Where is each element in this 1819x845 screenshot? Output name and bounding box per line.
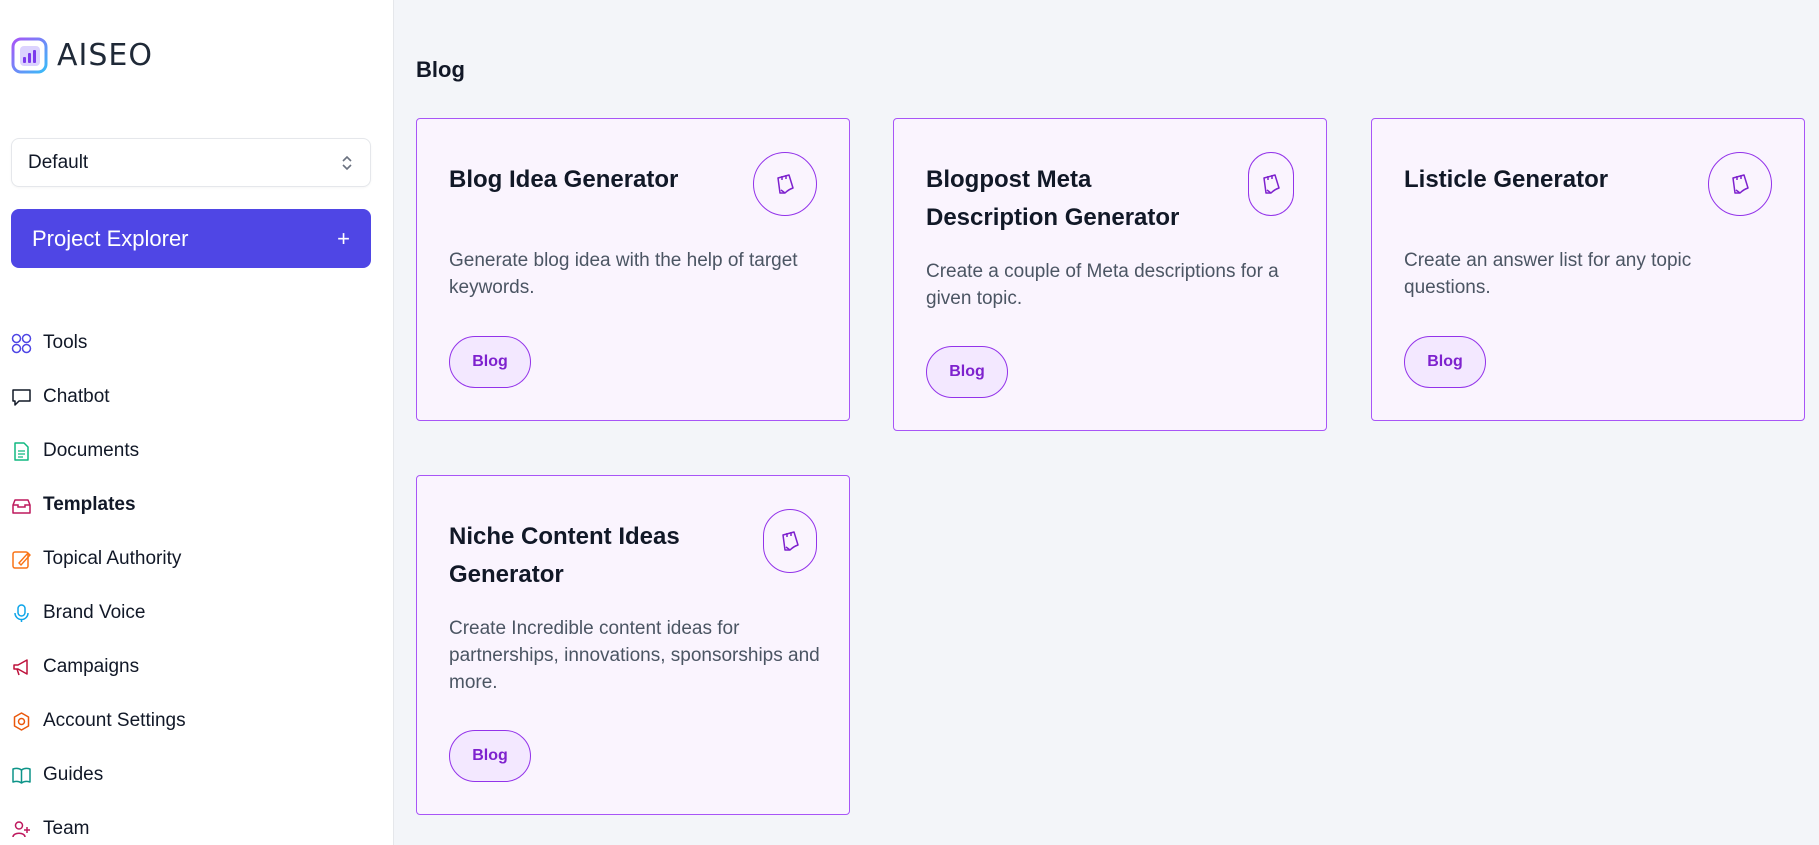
card-icon-button[interactable] — [1248, 152, 1294, 216]
card-title: Blogpost Meta Description Generator — [926, 166, 1180, 231]
microphone-icon — [14, 603, 29, 622]
feather-pen-icon — [12, 550, 31, 569]
sidebar-item-label: Account Settings — [43, 710, 186, 731]
sticky-note-icon — [777, 174, 794, 194]
card-description: Create an answer list for any topic ques… — [1404, 250, 1692, 298]
template-card-listicle-generator[interactable]: Listicle Generator Create an answer list… — [1371, 118, 1805, 421]
sidebar-nav: Tools Chatbot Documents Templates Topica… — [11, 316, 371, 845]
sidebar-item-guides[interactable]: Guides — [11, 748, 371, 802]
sticky-note-icon — [1263, 174, 1280, 194]
project-explorer-label: Project Explorer — [32, 225, 189, 251]
megaphone-icon — [13, 658, 28, 675]
template-card-blog-idea-generator[interactable]: Blog Idea Generator Generate blog idea w… — [416, 118, 850, 421]
card-tag[interactable]: Blog — [1404, 336, 1486, 388]
project-select-value: Default — [28, 151, 89, 173]
card-description: Create Incredible content ideas for part… — [449, 618, 820, 693]
project-select[interactable]: Default — [11, 138, 371, 187]
open-book-icon — [12, 767, 31, 784]
section-title: Blog — [416, 57, 465, 82]
chevron-up-down-icon — [342, 155, 352, 170]
sidebar-item-label: Chatbot — [43, 386, 110, 407]
card-description: Create a couple of Meta descriptions for… — [926, 261, 1279, 309]
sticky-note-icon — [782, 531, 799, 551]
sidebar-item-documents[interactable]: Documents — [11, 424, 371, 478]
logo[interactable]: AISEO — [11, 37, 153, 74]
card-icon-button[interactable] — [763, 509, 817, 573]
sidebar-item-label: Team — [43, 818, 90, 839]
sidebar-item-label: Brand Voice — [43, 602, 146, 623]
sidebar-item-label: Documents — [43, 440, 140, 461]
card-icon-button[interactable] — [753, 152, 817, 216]
sidebar-item-brand-voice[interactable]: Brand Voice — [11, 586, 371, 640]
sidebar-item-label: Campaigns — [43, 656, 140, 677]
sidebar-item-label: Templates — [43, 494, 136, 515]
card-description: Generate blog idea with the help of targ… — [449, 250, 798, 298]
chat-bubble-icon — [12, 388, 31, 406]
archive-box-icon — [12, 498, 31, 514]
sidebar-item-team[interactable]: Team — [11, 802, 371, 845]
document-icon — [14, 441, 29, 461]
sticky-note-icon — [1732, 174, 1749, 194]
sidebar-item-label: Guides — [43, 764, 104, 785]
main-content: Blog Blog Idea Generator Generate blog i… — [394, 0, 1819, 845]
grid-icon — [11, 333, 32, 353]
sidebar-item-chatbot[interactable]: Chatbot — [11, 370, 371, 424]
user-plus-icon — [12, 820, 30, 837]
card-tag[interactable]: Blog — [449, 336, 531, 388]
sidebar-item-label: Topical Authority — [43, 548, 182, 569]
sidebar-item-tools[interactable]: Tools — [11, 316, 371, 370]
card-icon-button[interactable] — [1708, 152, 1772, 216]
plus-icon: + — [337, 225, 350, 251]
card-title: Blog Idea Generator — [449, 166, 679, 193]
sidebar-item-account-settings[interactable]: Account Settings — [11, 694, 371, 748]
sidebar-item-label: Tools — [43, 332, 88, 353]
card-tag[interactable]: Blog — [926, 346, 1008, 398]
sidebar-item-topical-authority[interactable]: Topical Authority — [11, 532, 371, 586]
card-title: Niche Content Ideas Generator — [449, 523, 680, 588]
brand-name: AISEO — [57, 38, 153, 73]
gear-icon — [13, 711, 30, 731]
template-card-blogpost-meta-description-generator[interactable]: Blogpost Meta Description Generator Crea… — [893, 118, 1327, 431]
sidebar-item-campaigns[interactable]: Campaigns — [11, 640, 371, 694]
logo-mark-icon — [11, 37, 48, 74]
card-title: Listicle Generator — [1404, 166, 1609, 193]
sidebar: AISEO Default Project Explorer + Tools C… — [0, 0, 394, 845]
project-explorer-button[interactable]: Project Explorer + — [11, 209, 371, 268]
card-tag[interactable]: Blog — [449, 730, 531, 782]
template-card-niche-content-ideas-generator[interactable]: Niche Content Ideas Generator Create Inc… — [416, 475, 850, 815]
sidebar-item-templates[interactable]: Templates — [11, 478, 371, 532]
